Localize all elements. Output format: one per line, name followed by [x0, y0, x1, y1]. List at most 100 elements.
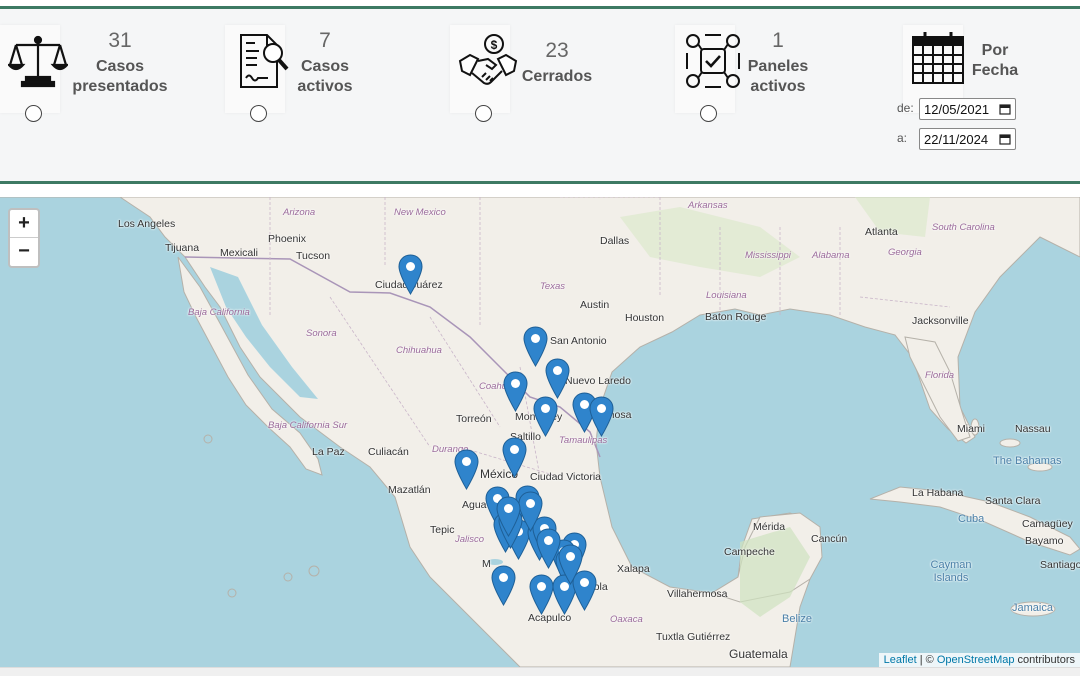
- map-label: Mississippi: [745, 250, 791, 261]
- stat-label-line: activos: [750, 78, 806, 95]
- stat-label-line: Casos: [300, 58, 350, 75]
- map-label: Tepic: [430, 524, 455, 536]
- map-marker-pin-icon[interactable]: [453, 449, 479, 490]
- map-label: Jamaica: [1012, 602, 1053, 614]
- map-marker-pin-icon[interactable]: [588, 396, 614, 437]
- radio-casos-presentados[interactable]: [25, 105, 42, 122]
- map-label: Culiacán: [368, 446, 409, 458]
- map-marker-pin-icon[interactable]: [544, 358, 570, 399]
- map-label: Texas: [540, 281, 565, 292]
- stat-count: 1: [772, 29, 784, 52]
- map-label: Mazatlán: [388, 484, 431, 496]
- map-label: Mexicali: [220, 247, 258, 259]
- map-label: Xalapa: [617, 563, 650, 575]
- attribution-text: contributors: [1014, 654, 1075, 666]
- map-marker-pin-icon[interactable]: [532, 396, 558, 437]
- zoom-in-button[interactable]: +: [10, 210, 38, 238]
- svg-text:$: $: [491, 38, 498, 52]
- map-label: Mérida: [753, 521, 786, 533]
- map-marker-pin-icon[interactable]: [495, 496, 521, 537]
- stat-count: 31: [108, 29, 132, 52]
- map-label: New Mexico: [394, 207, 446, 218]
- map-label: Bayamo: [1025, 535, 1064, 547]
- date-to-value: 22/11/2024: [924, 132, 989, 147]
- map-label: Camagüey: [1022, 518, 1073, 530]
- map-label: Oaxaca: [610, 614, 643, 625]
- map-label: Campeche: [724, 546, 775, 558]
- map-label: La Habana: [912, 487, 964, 499]
- map-label: Belize: [782, 613, 812, 625]
- radio-casos-activos[interactable]: [250, 105, 267, 122]
- map-label: Louisiana: [706, 290, 747, 301]
- osm-link[interactable]: OpenStreetMap: [937, 654, 1015, 666]
- stat-label-line: presentados: [72, 78, 168, 95]
- map-marker-pin-icon[interactable]: [502, 371, 528, 412]
- map-label: Georgia: [888, 247, 922, 258]
- document-search-icon: [240, 34, 289, 88]
- scale-icon: [8, 35, 68, 88]
- stats-panel: 31 Casos presentados 7 Casos activos $ 2…: [0, 6, 1080, 184]
- calendar-icon: [912, 32, 964, 84]
- map-label: Cancún: [811, 533, 848, 545]
- radio-paneles-activos[interactable]: [700, 105, 717, 122]
- map-label: Ciudad Victoria: [530, 471, 602, 483]
- stat-label: Cerrados: [520, 67, 594, 87]
- leaflet-link[interactable]: Leaflet: [884, 654, 917, 666]
- date-to-label: a:: [897, 131, 908, 145]
- map-label: Baton Rouge: [705, 311, 767, 323]
- map-marker-pin-icon[interactable]: [501, 437, 527, 478]
- map-view[interactable]: Los Angeles Arizona New Mexico Tijuana M…: [0, 197, 1080, 667]
- radio-cerrados[interactable]: [475, 105, 492, 122]
- date-to-input[interactable]: 22/11/2024: [919, 128, 1016, 150]
- map-marker-pin-icon[interactable]: [535, 528, 561, 569]
- map-marker-pin-icon[interactable]: [528, 574, 554, 615]
- map-label: Sonora: [306, 328, 337, 339]
- map-label: Santa Clara: [985, 495, 1041, 507]
- zoom-control: + −: [8, 208, 40, 268]
- map-label: South Carolina: [932, 222, 995, 233]
- map-label: Nuevo Laredo: [565, 375, 631, 387]
- date-filter-label: Por Fecha: [965, 41, 1025, 81]
- map-label: Houston: [625, 312, 665, 324]
- zoom-out-button[interactable]: −: [10, 238, 38, 265]
- map-label: La Paz: [312, 446, 345, 458]
- map-marker-pin-icon[interactable]: [490, 565, 516, 606]
- map-marker-pin-icon[interactable]: [397, 254, 423, 295]
- map-label: Dallas: [600, 235, 630, 247]
- map-label: Phoenix: [268, 233, 306, 245]
- stat-label-line: Cerrados: [521, 68, 593, 85]
- map-label: Florida: [925, 370, 955, 381]
- map-label: Tijuana: [165, 242, 200, 254]
- map-label: Tucson: [296, 250, 331, 262]
- map-marker-pin-icon[interactable]: [557, 544, 583, 585]
- map-label: Austin: [580, 299, 610, 311]
- map-label: San Antonio: [550, 335, 607, 347]
- date-from-label: de:: [897, 101, 914, 115]
- map-label: Nassau: [1015, 423, 1051, 435]
- date-from-value: 12/05/2021: [924, 102, 990, 117]
- map-label: The Bahamas: [993, 455, 1062, 467]
- map-label: Baja California: [188, 307, 250, 318]
- map-label: Guatemala: [729, 647, 788, 661]
- map-label: Agua: [462, 499, 487, 511]
- map-label: Arkansas: [688, 200, 728, 211]
- map-label: Los Angeles: [118, 218, 176, 230]
- calendar-picker-icon[interactable]: [999, 103, 1011, 115]
- map-label: Chihuahua: [396, 345, 442, 356]
- map-label: Jalisco: [455, 534, 485, 545]
- date-from-input[interactable]: 12/05/2021: [919, 98, 1016, 120]
- map-label: Cayman Islands: [930, 559, 972, 584]
- map-label: Alabama: [812, 250, 850, 261]
- map-label: Santiago de Cuba: [1040, 559, 1080, 571]
- map-label: Tuxtla Gutiérrez: [656, 631, 731, 643]
- stat-label-line: Casos: [95, 58, 145, 75]
- stat-label-line: Paneles: [747, 58, 809, 75]
- calendar-picker-icon[interactable]: [999, 133, 1011, 145]
- map-label: Cuba: [958, 513, 985, 525]
- date-filter-label-line: Por: [981, 42, 1009, 59]
- panel-network-icon: [686, 34, 740, 88]
- map-label: Arizona: [283, 207, 316, 218]
- map-attribution: Leaflet | © OpenStreetMap contributors: [878, 653, 1080, 667]
- stat-label: Casos presentados: [70, 57, 170, 97]
- date-filter-label-line: Fecha: [971, 62, 1019, 79]
